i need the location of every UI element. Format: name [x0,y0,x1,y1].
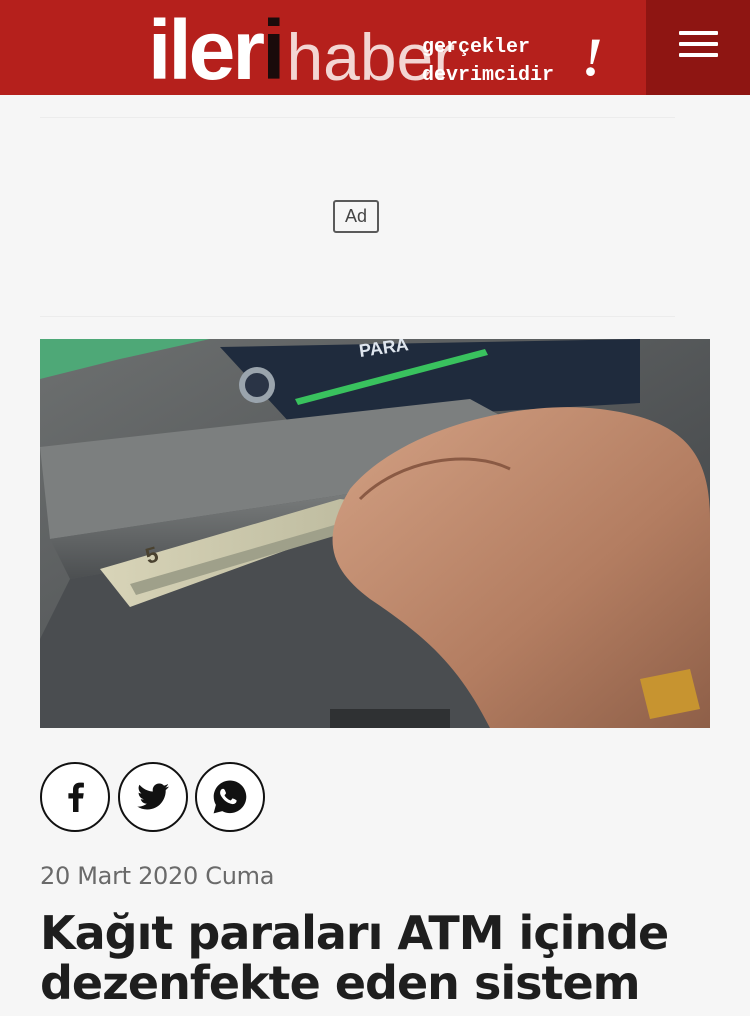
share-twitter-button[interactable] [118,762,188,832]
twitter-icon [137,783,169,810]
hamburger-line [679,42,718,46]
atm-cash-photo: PARA 5 [40,339,710,728]
article-hero-image[interactable]: PARA 5 [40,339,710,728]
logo-accent-letter: i [262,3,285,97]
tagline-line-1: gerçekler [422,36,531,59]
tagline-exclamation: ! [582,27,604,87]
hamburger-menu-icon [679,31,718,35]
site-logo[interactable]: iler i haber [148,0,455,92]
site-header: iler i haber gerçekler devrimcidir ! [0,0,750,95]
article-date: 20 Mart 2020 Cuma [40,862,275,890]
facebook-icon [68,782,84,812]
article-title[interactable]: Kağıt paraları ATM içinde dezenfekte ede… [40,908,720,1008]
site-tagline: gerçekler devrimcidir [422,34,554,90]
hamburger-line [679,53,718,57]
share-whatsapp-button[interactable] [195,762,265,832]
share-facebook-button[interactable] [40,762,110,832]
menu-button[interactable] [646,0,750,95]
ad-badge: Ad [333,200,379,233]
logo-ileri-text: iler [148,3,265,97]
whatsapp-icon [213,780,247,814]
tagline-line-2: devrimcidir [422,64,555,87]
